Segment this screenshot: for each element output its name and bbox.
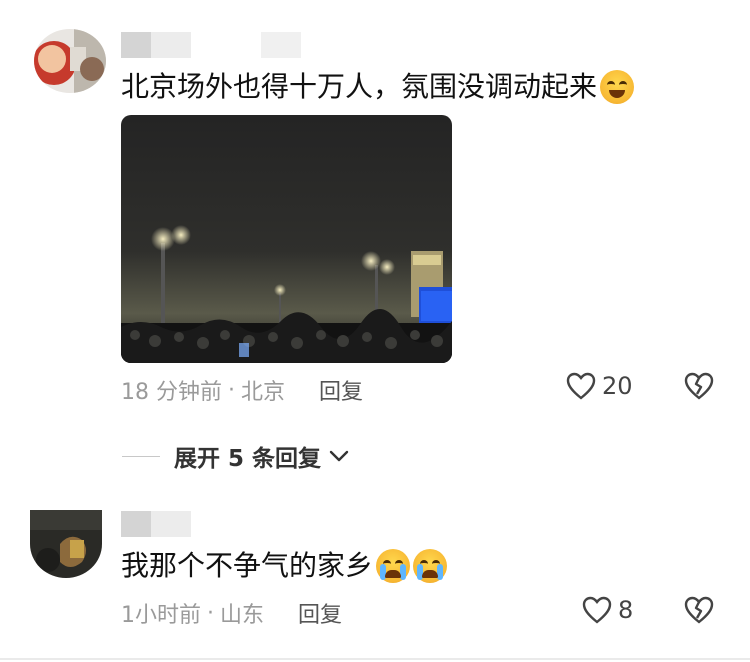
comment-location: 山东: [220, 603, 265, 628]
avatar[interactable]: [34, 29, 106, 93]
dislike-button[interactable]: [684, 372, 714, 404]
comment-item: 北京场外也得十万人，氛围没调动起来 18 分钟前 · 北京 回复 20: [0, 0, 750, 440]
like-button[interactable]: 8: [582, 596, 633, 624]
comment-photo[interactable]: [121, 115, 452, 363]
like-button[interactable]: 20: [566, 372, 633, 400]
rolling-laughing-face-icon: [600, 70, 635, 104]
chevron-down-icon: [329, 450, 349, 462]
comment-body: 我那个不争气的家乡: [121, 549, 374, 582]
comment-time: 18 分钟前: [121, 380, 222, 405]
comment-body: 北京场外也得十万人，氛围没调动起来: [121, 70, 598, 103]
comment-item: 我那个不争气的家乡 1小时前 · 山东 回复 8: [0, 500, 750, 662]
username-blurred[interactable]: [121, 511, 221, 537]
like-count: 8: [618, 596, 634, 624]
expand-divider: [122, 455, 160, 457]
like-count: 20: [602, 372, 633, 400]
comment-meta: 18 分钟前 · 北京 回复: [121, 374, 363, 406]
dislike-button[interactable]: [684, 596, 714, 628]
username-blurred[interactable]: [121, 32, 301, 58]
reply-button[interactable]: 回复: [298, 597, 342, 629]
heart-icon: [566, 372, 596, 400]
bottom-divider: [0, 658, 750, 660]
expand-replies-button[interactable]: 展开 5 条回复: [122, 440, 349, 472]
comment-text: 我那个不争气的家乡: [121, 548, 448, 584]
comment-text: 北京场外也得十万人，氛围没调动起来: [121, 69, 635, 105]
comment-meta: 1小时前 · 山东 回复: [121, 597, 342, 629]
comment-time: 1小时前: [121, 603, 201, 628]
crying-face-icon: [376, 549, 411, 583]
expand-label: 展开 5 条回复: [174, 446, 322, 472]
comment-location: 北京: [241, 380, 286, 405]
avatar[interactable]: [30, 510, 102, 578]
heart-icon: [582, 596, 612, 624]
broken-heart-icon: [684, 372, 714, 400]
reply-button[interactable]: 回复: [319, 374, 363, 406]
crying-face-icon: [413, 549, 448, 583]
broken-heart-icon: [684, 596, 714, 624]
